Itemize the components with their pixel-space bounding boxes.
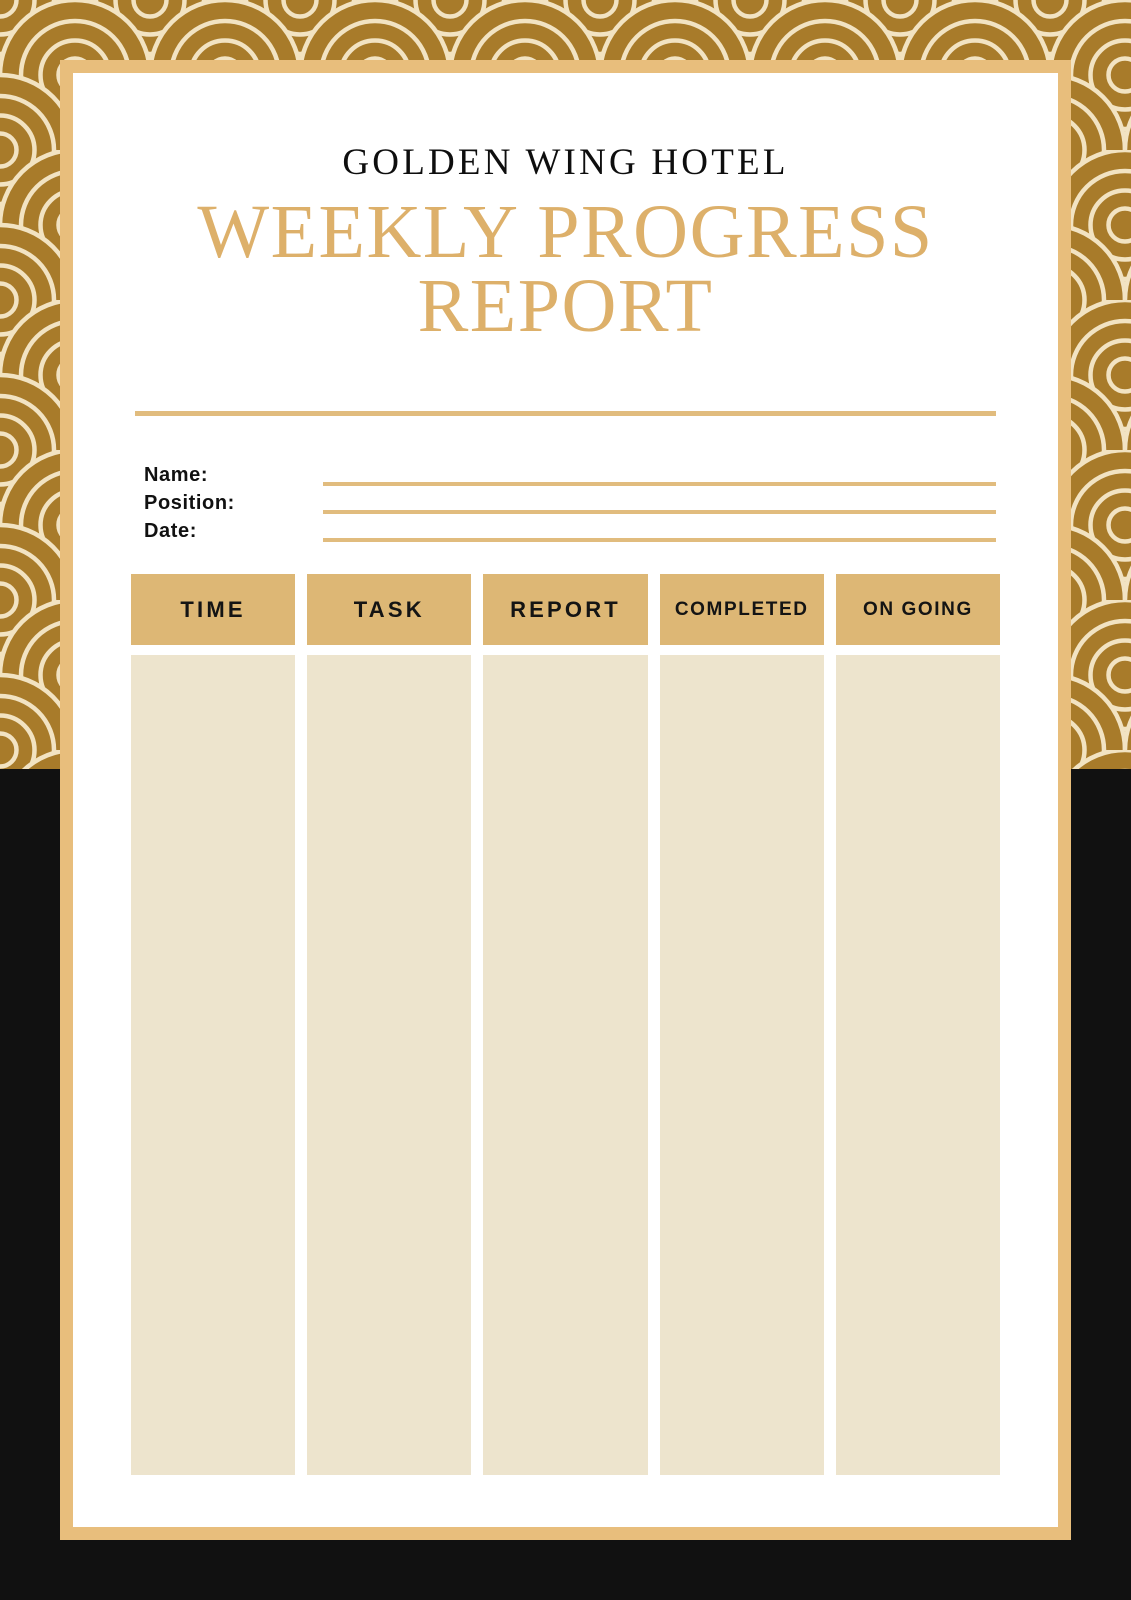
paper-sheet: GOLDEN WING HOTEL WEEKLY PROGRESS REPORT… [73,73,1058,1527]
gold-frame-border: GOLDEN WING HOTEL WEEKLY PROGRESS REPORT… [60,60,1071,1540]
table-column-report: REPORT [483,574,648,1475]
table-body-task[interactable] [307,655,472,1475]
form-field-name-label: Name: [144,464,209,486]
form-fields-group: Name: Position: Date: [135,463,996,547]
table-column-time: TIME [131,574,296,1475]
table-body-completed[interactable] [659,655,824,1475]
form-field-position-input-line[interactable] [323,510,996,514]
page-title-line-1: WEEKLY PROGRESS [197,190,934,274]
table-column-on-going: ON GOING [835,574,1001,1475]
organization-name: GOLDEN WING HOTEL [342,142,789,183]
progress-table: TIME TASK REPORT COMPLETED ON GOING [131,574,1001,1475]
form-field-date-label: Date: [144,520,198,542]
table-header-report: REPORT [483,574,648,645]
form-field-name-input-line[interactable] [323,482,996,486]
table-body-report[interactable] [483,655,648,1475]
form-field-date: Date: [135,519,996,547]
form-field-date-input-line[interactable] [323,538,996,542]
table-header-on-going: ON GOING [835,574,1001,645]
form-field-name: Name: [135,463,996,491]
form-field-position-label: Position: [144,492,235,514]
table-body-on-going[interactable] [835,655,1001,1475]
table-header-time: TIME [131,574,296,645]
page-title-line-2: REPORT [417,264,714,348]
table-body-time[interactable] [131,655,296,1475]
page-title: WEEKLY PROGRESS REPORT [113,190,1018,348]
table-header-completed: COMPLETED [659,574,824,645]
document-page: GOLDEN WING HOTEL WEEKLY PROGRESS REPORT… [0,0,1131,1600]
table-column-completed: COMPLETED [659,574,824,1475]
form-field-position: Position: [135,491,996,519]
table-column-task: TASK [307,574,472,1475]
title-divider-rule [135,411,996,416]
table-header-task: TASK [307,574,472,645]
